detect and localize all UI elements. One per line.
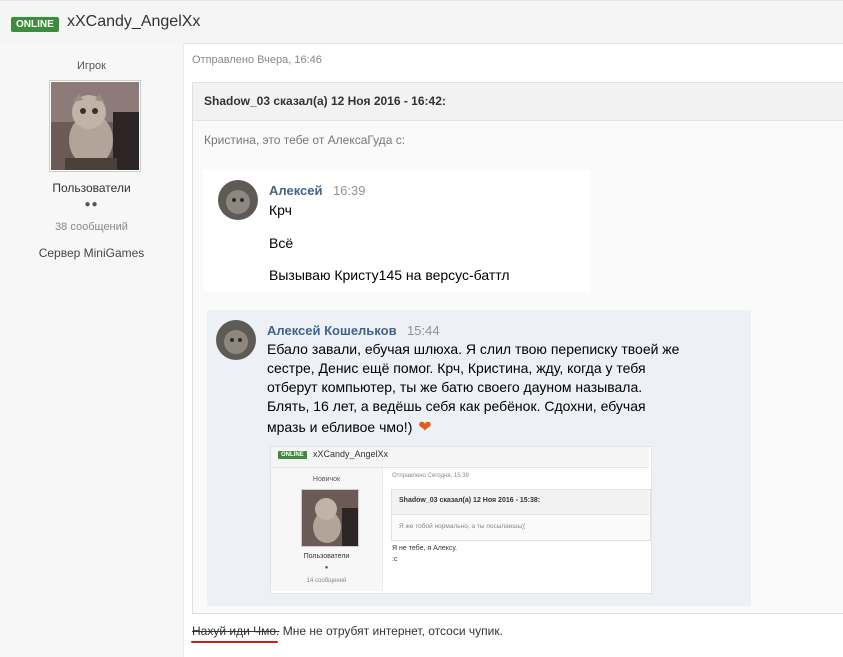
shot-rating: ● xyxy=(324,565,329,571)
reply-text: Мне не отрубят интернет, отсоси чупик. xyxy=(279,624,503,638)
shot-avatar xyxy=(301,489,359,547)
post-reply-text: Нахуй иди Чмо. Мне не отрубят интернет, … xyxy=(192,624,503,638)
shot-username: xXCandy_AngelXx xyxy=(313,449,389,459)
sender-avatar xyxy=(218,180,258,220)
message-line-last: мразь и ебливое чмо!) ❤ xyxy=(267,417,432,437)
shot-post-count: 14 сообщений xyxy=(306,578,347,584)
sender-avatar xyxy=(216,320,256,360)
cat-avatar-icon xyxy=(216,320,256,360)
message-time: 15:44 xyxy=(407,323,440,338)
message-line: Крч xyxy=(269,202,292,218)
shot-online-badge: ONLINE xyxy=(278,451,307,459)
author-rating: ●● xyxy=(84,199,99,210)
shot-quote-citation: Shadow_03 сказал(а) 12 Ноя 2016 - 15:38: xyxy=(399,497,541,504)
message-line: Блять, 16 лет, а ведёшь себя как ребёнок… xyxy=(267,398,646,414)
cat-photo-icon xyxy=(302,490,358,546)
sender-name[interactable]: Алексей xyxy=(269,183,323,198)
sender-name[interactable]: Алексей Кошельков xyxy=(267,323,397,338)
message-line: сестре, Денис ещё помог. Крч, Кристина, … xyxy=(267,360,646,376)
author-post-count: 38 сообщений xyxy=(55,221,128,233)
shot-reply-line: Я не тебе, я Алексу. xyxy=(392,545,458,552)
message-line: Всё xyxy=(269,235,294,251)
profile-header: ONLINE xXCandy_AngelXx xyxy=(0,0,843,44)
shot-sent-time: Отправлено Сегодня, 15:39 xyxy=(392,473,469,479)
quote-citation: Shadow_03 сказал(а) 12 Ноя 2016 - 16:42: xyxy=(204,94,446,108)
author-username[interactable]: xXCandy_AngelXx xyxy=(67,13,200,31)
online-status-badge: ONLINE xyxy=(11,17,59,32)
message-line: Ебало завали, ебучая шлюха. Я слил твою … xyxy=(267,341,680,357)
quote-intro-text: Кристина, это тебе от АлексаГуда с: xyxy=(204,133,406,147)
author-rank: Игрок xyxy=(77,60,106,72)
cat-photo-icon xyxy=(51,82,139,170)
message-text: мразь и ебливое чмо!) xyxy=(267,419,413,435)
red-underline-annotation xyxy=(191,641,278,643)
message-time: 16:39 xyxy=(332,183,366,198)
message-line: Вызываю Кристу145 на версус-баттл xyxy=(269,267,510,283)
author-group: Пользователи xyxy=(52,181,131,195)
heart-emoji-icon: ❤ xyxy=(418,419,432,436)
author-server: Сервер MiniGames xyxy=(38,246,145,260)
author-avatar[interactable] xyxy=(49,80,141,172)
shot-reply-line: :c xyxy=(392,556,398,563)
vk-message-2-header: Алексей Кошельков 15:44 xyxy=(267,322,440,340)
post-sent-time[interactable]: Отправлено Вчера, 16:46 xyxy=(192,54,322,66)
cat-avatar-icon xyxy=(218,180,258,220)
shot-group: Пользователи xyxy=(303,553,350,560)
shot-rank: Новичок xyxy=(312,476,341,483)
vk-message-1-header: Алексей 16:39 xyxy=(269,182,366,200)
shot-quote-body: Я же тобой нормально, а ты посылаешь(( xyxy=(399,523,526,530)
struck-out-text: Нахуй иди Чмо. xyxy=(192,624,280,638)
message-line: отберут компьютер, ты же батю своего дау… xyxy=(267,379,643,395)
